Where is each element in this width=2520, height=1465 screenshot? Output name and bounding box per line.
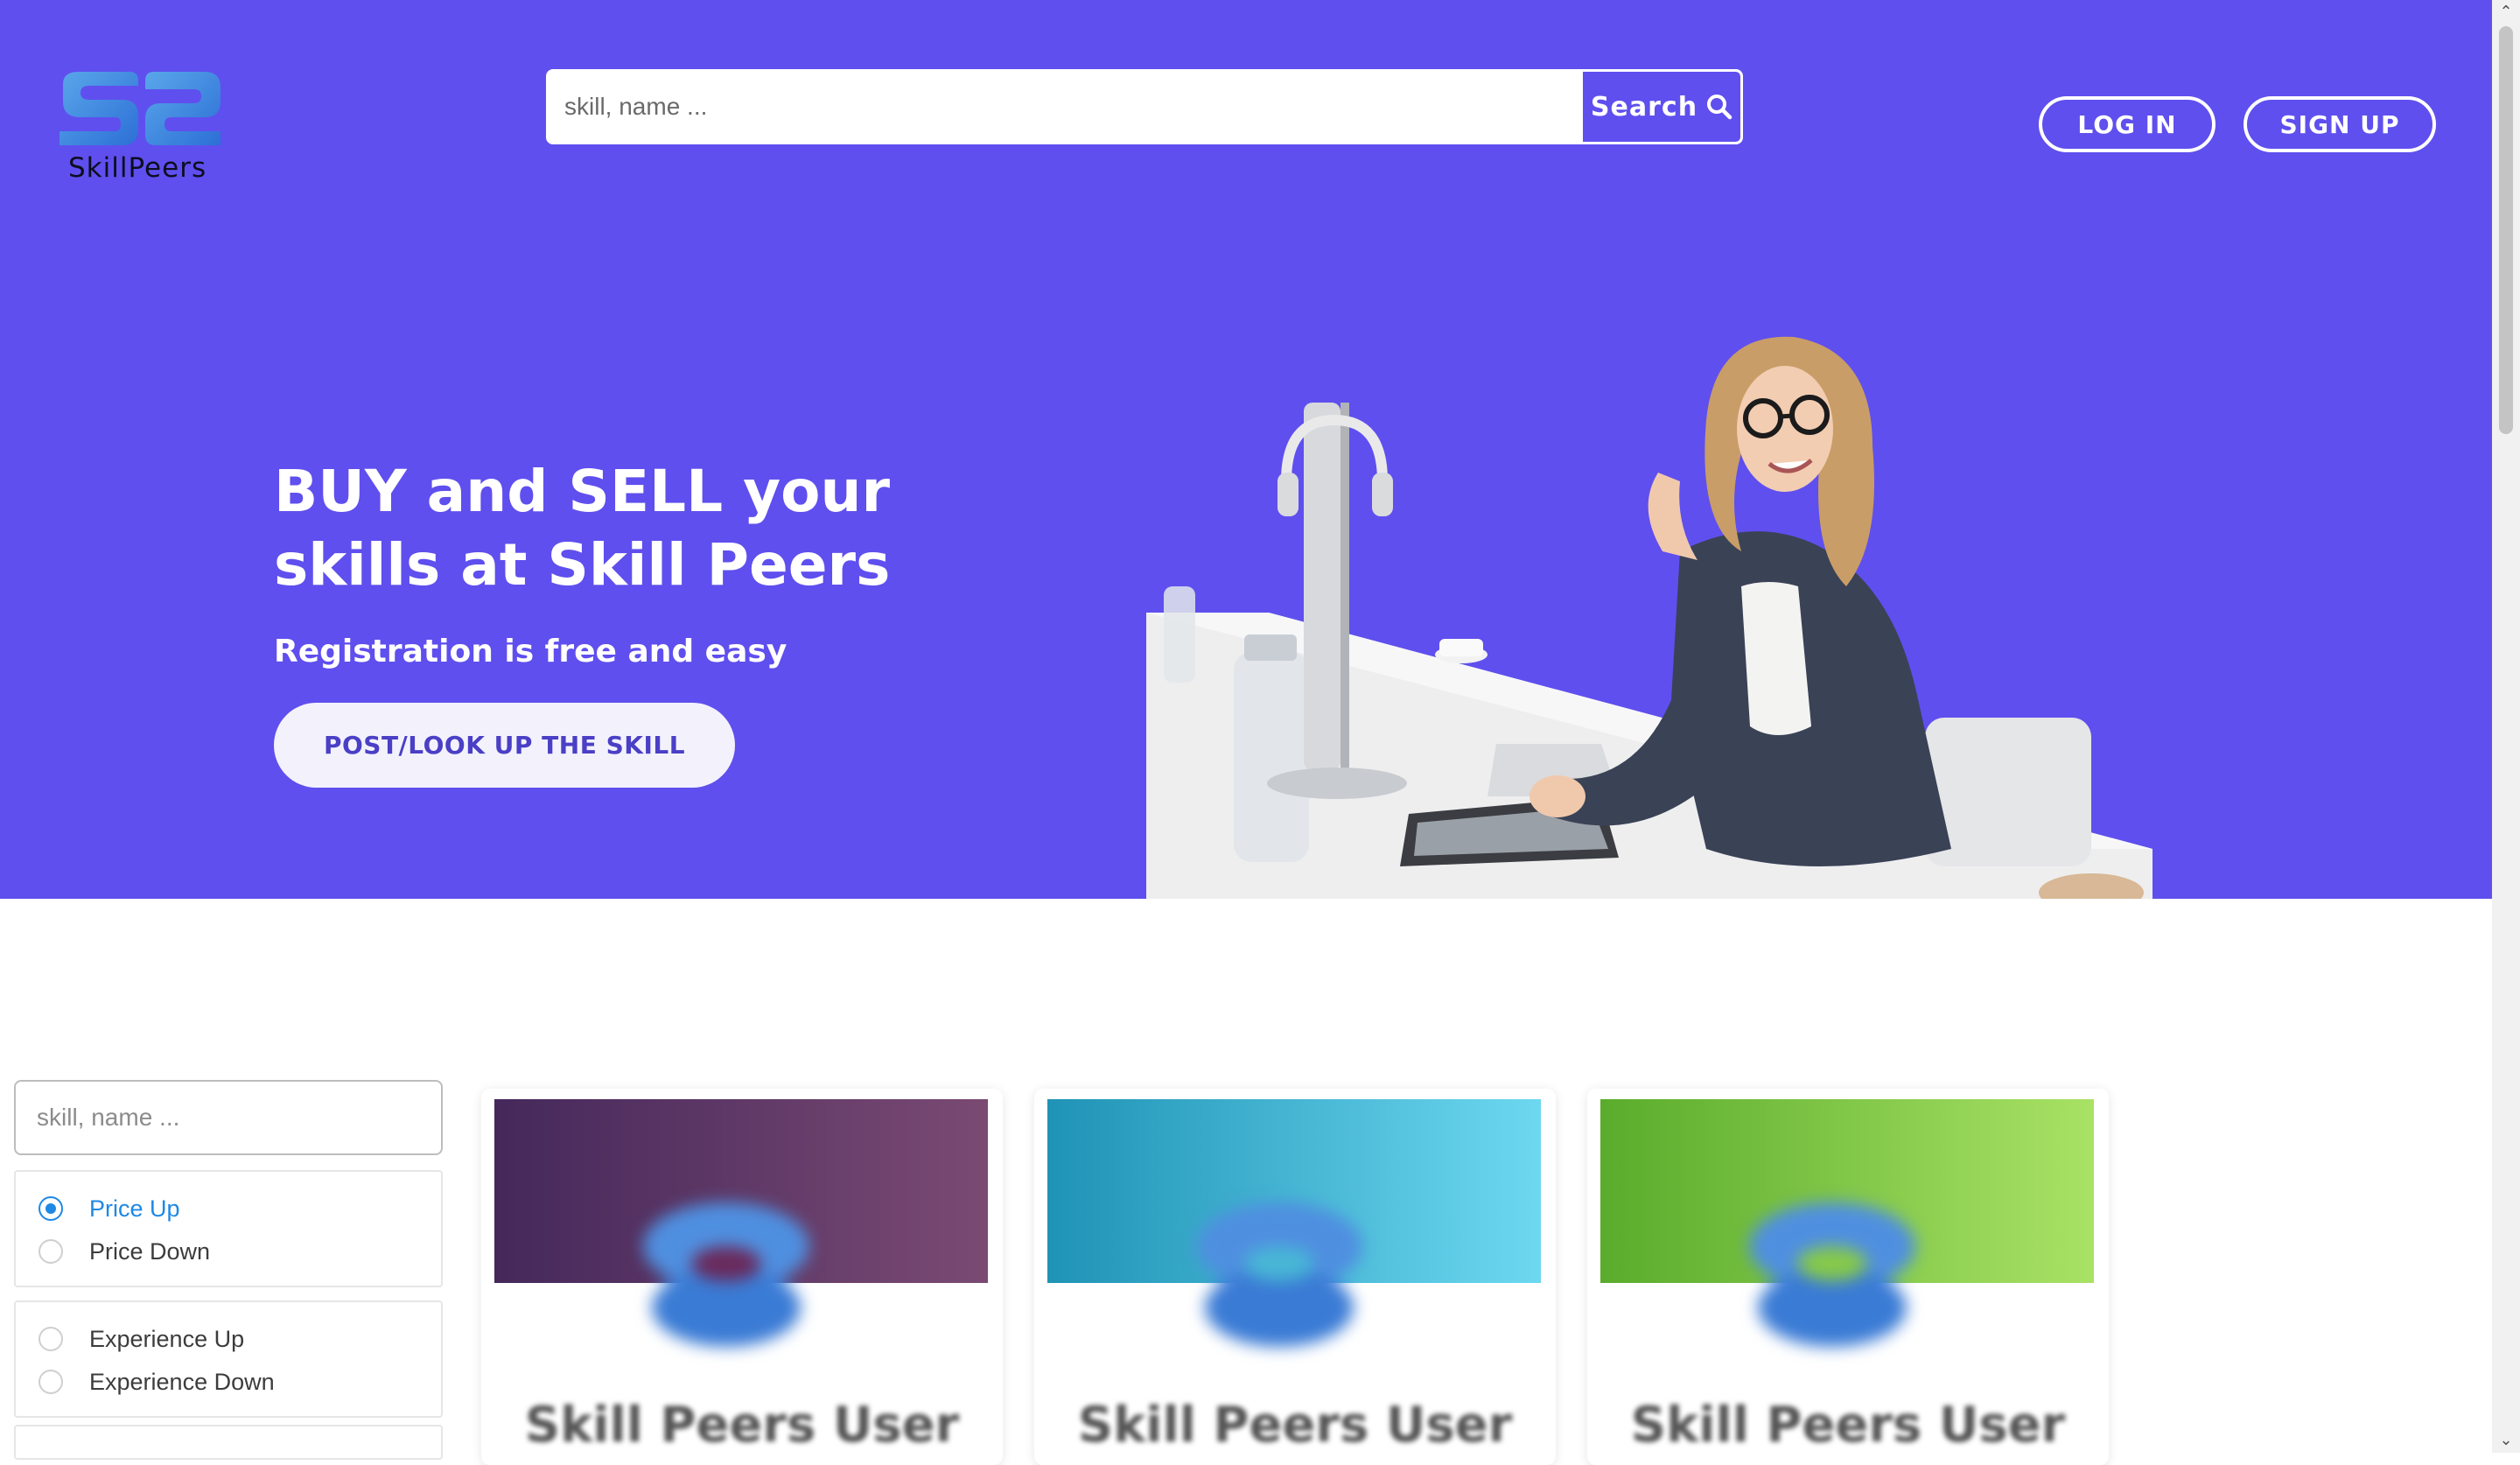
experience-up-option[interactable]: Experience Up bbox=[38, 1323, 244, 1355]
page-scrollbar[interactable]: ⌃ ⌄ bbox=[2492, 0, 2520, 1453]
filter-search-input[interactable] bbox=[14, 1080, 443, 1155]
chevron-down-icon[interactable]: ⌄ bbox=[2497, 1432, 2515, 1449]
scrollbar-thumb[interactable] bbox=[2499, 26, 2513, 434]
price-up-radio[interactable] bbox=[38, 1196, 63, 1221]
post-lookup-skill-button[interactable]: POST/LOOK UP THE SKILL bbox=[274, 703, 735, 788]
logo-wordmark: SkillPeers bbox=[68, 152, 207, 184]
experience-up-radio[interactable] bbox=[38, 1327, 63, 1351]
hero-section: SkillPeers Search LOG IN SIGN UP BUY and… bbox=[0, 0, 2492, 899]
header-search-input[interactable] bbox=[549, 72, 1583, 142]
signup-button[interactable]: SIGN UP bbox=[2244, 96, 2436, 152]
user-card[interactable]: Skill Peers User bbox=[481, 1089, 1003, 1465]
price-down-radio[interactable] bbox=[38, 1239, 63, 1264]
price-down-label[interactable]: Price Down bbox=[89, 1238, 210, 1265]
header-search-bar: Search bbox=[546, 69, 1743, 144]
hero-subtitle: Registration is free and easy bbox=[274, 634, 788, 669]
price-up-option[interactable]: Price Up bbox=[38, 1193, 180, 1224]
additional-filter-group bbox=[14, 1425, 443, 1460]
experience-sort-group: Experience Up Experience Down bbox=[14, 1300, 443, 1418]
user-card[interactable]: Skill Peers User bbox=[1034, 1089, 1556, 1465]
hero-woman-at-desk-image bbox=[1146, 336, 2152, 899]
logo-mark-icon bbox=[60, 72, 220, 145]
search-button-label: Search bbox=[1590, 91, 1698, 123]
price-down-option[interactable]: Price Down bbox=[38, 1236, 210, 1267]
price-up-label[interactable]: Price Up bbox=[89, 1195, 180, 1223]
card-user-name: Skill Peers User bbox=[524, 1397, 960, 1454]
card-user-name: Skill Peers User bbox=[1077, 1397, 1513, 1454]
experience-down-option[interactable]: Experience Down bbox=[38, 1366, 275, 1398]
avatar-logo-icon bbox=[1749, 1202, 1915, 1347]
hero-title: BUY and SELL your skills at Skill Peers bbox=[274, 458, 891, 599]
chevron-up-icon[interactable]: ⌃ bbox=[2497, 4, 2515, 21]
search-icon bbox=[1707, 95, 1732, 120]
login-button[interactable]: LOG IN bbox=[2039, 96, 2216, 152]
experience-down-radio[interactable] bbox=[38, 1370, 63, 1394]
price-sort-group: Price Up Price Down bbox=[14, 1170, 443, 1287]
experience-down-label[interactable]: Experience Down bbox=[89, 1369, 275, 1396]
card-user-name: Skill Peers User bbox=[1630, 1397, 2066, 1454]
avatar-logo-icon bbox=[1196, 1202, 1362, 1347]
experience-up-label[interactable]: Experience Up bbox=[89, 1326, 244, 1353]
avatar-logo-icon bbox=[643, 1202, 809, 1347]
header-search-button[interactable]: Search bbox=[1583, 72, 1740, 142]
skillpeers-logo[interactable]: SkillPeers bbox=[54, 68, 226, 184]
user-card[interactable]: Skill Peers User bbox=[1587, 1089, 2109, 1465]
